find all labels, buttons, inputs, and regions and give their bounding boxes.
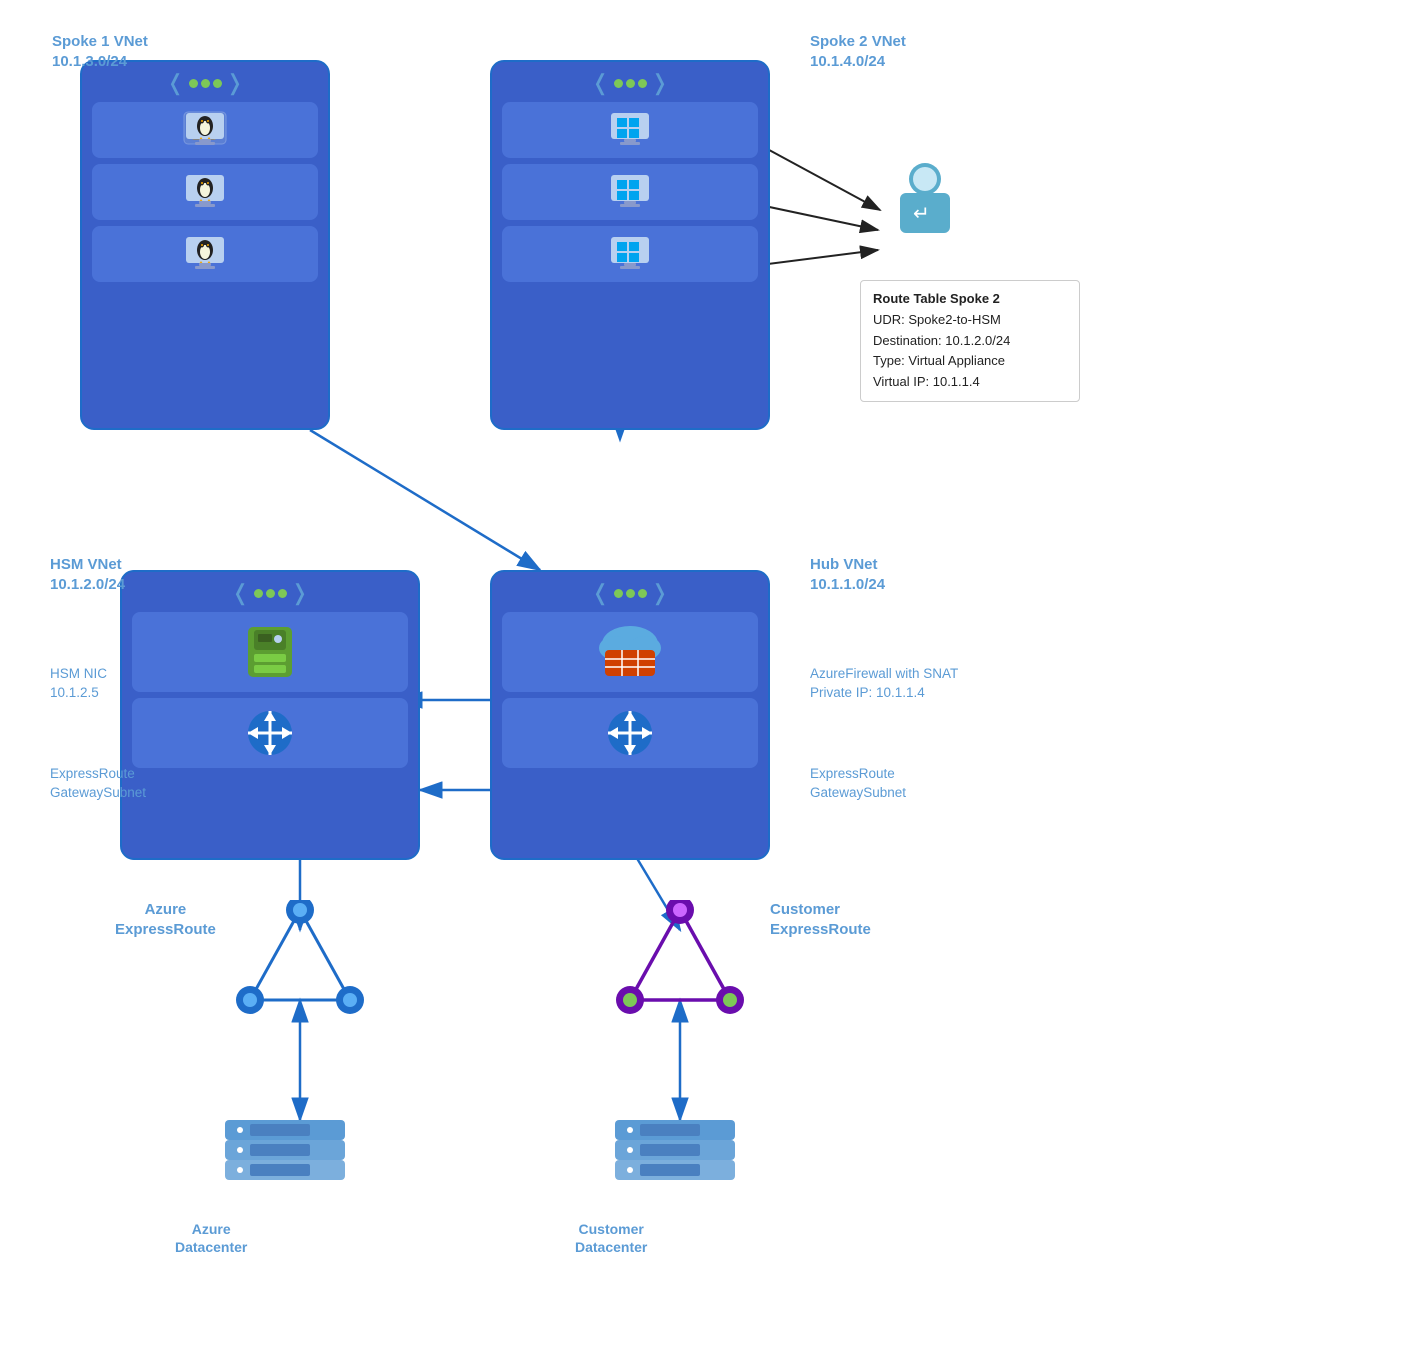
hsm-vnet-label: HSM VNet 10.1.2.0/24 bbox=[50, 555, 125, 594]
dot3 bbox=[213, 79, 222, 88]
windows-vm1-icon bbox=[607, 110, 653, 150]
customer-er-icon bbox=[610, 900, 750, 1020]
hub-gw-icon bbox=[601, 707, 659, 759]
hsm-device-icon bbox=[240, 622, 300, 682]
user-icon-group: ↵ bbox=[885, 155, 965, 250]
dot1 bbox=[189, 79, 198, 88]
route-callout-box: Route Table Spoke 2 UDR: Spoke2-to-HSM D… bbox=[860, 280, 1080, 402]
hub-gw-row bbox=[502, 698, 758, 768]
spoke2-vm2-user-arrow bbox=[760, 205, 878, 230]
hub-gw-label: ExpressRoute GatewaySubnet bbox=[810, 765, 906, 803]
hsm-device-row bbox=[132, 612, 408, 692]
linux-vm3-icon bbox=[182, 234, 228, 274]
spoke1-label: Spoke 1 VNet 10.1.3.0/24 bbox=[52, 32, 148, 71]
azure-er-icon bbox=[230, 900, 370, 1020]
spoke1-right-chevron: ❭ bbox=[226, 72, 244, 94]
hsm-gw-icon bbox=[241, 707, 299, 759]
dot2 bbox=[201, 79, 210, 88]
customer-er-label: Customer ExpressRoute bbox=[770, 900, 871, 939]
hub-fw-label: AzureFirewall with SNAT Private IP: 10.1… bbox=[810, 665, 958, 703]
spoke1-peer-dots bbox=[189, 79, 222, 88]
spoke2-vm1-user-arrow bbox=[760, 145, 880, 210]
spoke2-vnet-box: ❬ ❭ bbox=[490, 60, 770, 430]
user-icon: ↵ bbox=[885, 155, 965, 245]
diagram-container: ❬ ❭ bbox=[0, 0, 1415, 1355]
windows-vm3-icon bbox=[607, 234, 653, 274]
azure-dc-label: Azure Datacenter bbox=[175, 1220, 247, 1256]
svg-text:↵: ↵ bbox=[913, 203, 930, 225]
hsm-peer-icon: ❬ ❭ bbox=[231, 582, 309, 604]
azure-dc-group bbox=[220, 1110, 350, 1205]
linux-vm2-icon bbox=[182, 172, 228, 212]
hub-peer-icon: ❬ ❭ bbox=[591, 582, 669, 604]
customer-er-group bbox=[610, 900, 750, 1025]
spoke1-vm2-row bbox=[92, 164, 318, 220]
spoke1-to-hub-arrow bbox=[310, 430, 540, 570]
spoke2-vm1-row bbox=[502, 102, 758, 158]
linux-vm1-icon bbox=[182, 110, 228, 150]
azure-firewall-icon bbox=[595, 622, 665, 682]
route-callout-text: Route Table Spoke 2 UDR: Spoke2-to-HSM D… bbox=[873, 289, 1067, 393]
spoke1-left-chevron: ❬ bbox=[166, 72, 184, 94]
hub-vnet-box: ❬ ❭ bbox=[490, 570, 770, 860]
hsm-gw-row bbox=[132, 698, 408, 768]
spoke2-label: Spoke 2 VNet 10.1.4.0/24 bbox=[810, 32, 906, 71]
spoke1-vm1-row bbox=[92, 102, 318, 158]
customer-dc-label: Customer Datacenter bbox=[575, 1220, 647, 1256]
hsm-nic-label: HSM NIC 10.1.2.5 bbox=[50, 665, 107, 703]
azure-dc-icon bbox=[220, 1110, 350, 1200]
hsm-peer-dots bbox=[254, 589, 287, 598]
hub-peer-dots bbox=[614, 589, 647, 598]
hsm-vnet-box: ❬ ❭ bbox=[120, 570, 420, 860]
hub-vnet-label: Hub VNet 10.1.1.0/24 bbox=[810, 555, 885, 594]
spoke1-vnet-box: ❬ ❭ bbox=[80, 60, 330, 430]
spoke2-peer-icon: ❬ ❭ bbox=[591, 72, 669, 94]
spoke2-vm3-row bbox=[502, 226, 758, 282]
spoke2-vm2-row bbox=[502, 164, 758, 220]
spoke1-peer-icon: ❬ ❭ bbox=[166, 72, 244, 94]
customer-dc-icon bbox=[610, 1110, 740, 1200]
spoke2-vm3-user-arrow bbox=[760, 250, 878, 265]
hsm-gw-label: ExpressRoute GatewaySubnet bbox=[50, 765, 146, 803]
hub-fw-row bbox=[502, 612, 758, 692]
spoke1-vm3-row bbox=[92, 226, 318, 282]
spoke2-peer-dots bbox=[614, 79, 647, 88]
customer-dc-group bbox=[610, 1110, 740, 1205]
windows-vm2-icon bbox=[607, 172, 653, 212]
azure-er-label: Azure ExpressRoute bbox=[115, 900, 216, 939]
azure-er-group bbox=[230, 900, 370, 1025]
